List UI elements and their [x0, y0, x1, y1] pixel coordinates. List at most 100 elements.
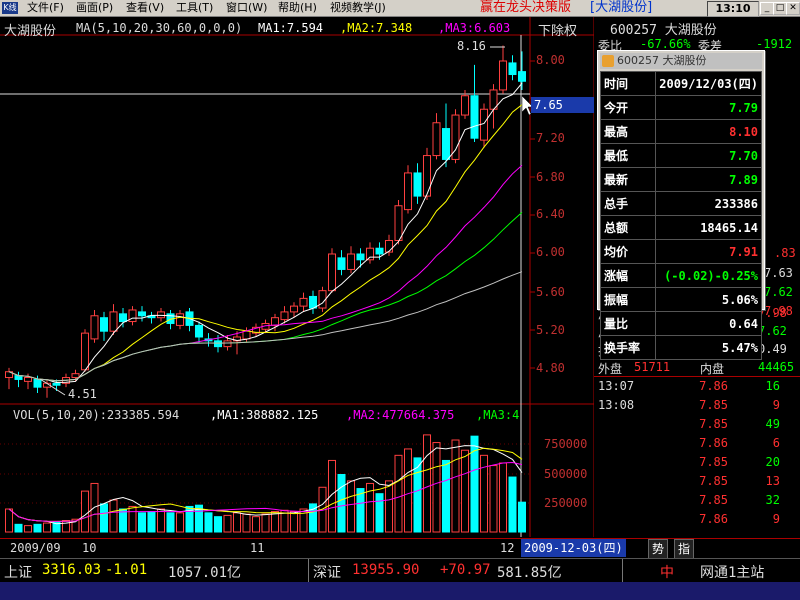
volume-bar	[223, 514, 232, 533]
candle-body	[385, 239, 393, 253]
popup-value: 5.06%	[655, 287, 762, 312]
popup-value: 8.10	[655, 119, 762, 144]
volume-bar	[489, 465, 498, 533]
brand-title: 赢在龙头决策版	[480, 0, 572, 15]
ma2-label: ,MA2:7.348	[340, 21, 413, 35]
candle-body	[442, 128, 450, 160]
popup-row: 时间 2009/12/03(四)	[599, 71, 762, 96]
volume-bar	[33, 523, 42, 533]
tick-volume: 32	[765, 493, 780, 507]
menu-help[interactable]: 帮助(H)	[278, 0, 317, 16]
popup-row: 最高 8.10	[599, 119, 762, 144]
popup-value: 2009/12/03(四)	[655, 71, 762, 96]
menu-file[interactable]: 文件(F)	[27, 0, 64, 16]
adjust-label[interactable]: 下除权	[538, 20, 577, 39]
kline-chart[interactable]: 大湖股份 MA(5,10,20,30,60,0,0,0) MA1:7.594 ,…	[0, 17, 596, 537]
candle-body	[508, 62, 517, 76]
stat-label: 外盘	[598, 362, 623, 376]
tab-trend[interactable]: 势	[648, 539, 669, 559]
popup-row: 今开 7.79	[599, 95, 762, 120]
candle-body	[356, 253, 365, 261]
date-label: 12	[500, 541, 515, 555]
candle-body	[81, 332, 89, 371]
volume-bar	[62, 520, 70, 533]
popup-row: 均价 7.91	[599, 239, 762, 264]
volume-bar	[138, 512, 146, 533]
menu-view-screen[interactable]: 画面(P)	[76, 0, 113, 16]
popup-key: 最高	[599, 119, 657, 144]
partial-price: 7.62	[764, 285, 793, 299]
volume-bar	[508, 476, 517, 533]
tick-price: 7.85	[699, 417, 728, 431]
restore-icon[interactable]: □	[773, 2, 787, 15]
tick-price: 7.85	[699, 455, 728, 469]
candle-body	[214, 340, 222, 348]
volume-bar	[252, 516, 260, 533]
volume-bar	[157, 508, 165, 533]
popup-table: 时间 2009/12/03(四) 今开 7.79 最高 8.10 最低 7.70 最新 7.89 总…	[599, 71, 762, 360]
volume-bar	[5, 508, 13, 533]
minimize-icon[interactable]: _	[760, 2, 774, 15]
network-label[interactable]: 网通1主站	[700, 562, 764, 582]
sh-amount: 1057.01亿	[168, 565, 242, 581]
vol-tick: 750000	[544, 437, 588, 451]
popup-key: 涨幅	[599, 263, 657, 288]
close-icon[interactable]: ✕	[786, 2, 800, 15]
vol-ma2-label: ,MA2:477664.375	[346, 408, 455, 422]
stock-name-label: 大湖股份	[4, 24, 57, 39]
sz-amount: 581.85亿	[497, 565, 562, 581]
volume-bar	[166, 512, 175, 533]
menu-video-tutorial[interactable]: 视频教学(J)	[330, 0, 386, 16]
price-tick: 8.00	[536, 53, 565, 67]
popup-key: 今开	[599, 95, 657, 120]
divider	[594, 376, 800, 377]
candle-body	[195, 324, 203, 338]
candle-body	[461, 95, 469, 116]
cursor-date-label: 2009-12-03(四)	[521, 539, 626, 557]
candle-body	[52, 382, 61, 386]
kline-svg[interactable]	[0, 17, 594, 537]
vol-tick: 250000	[544, 496, 588, 510]
bar-info-popup[interactable]: 600257 大湖股份 时间 2009/12/03(四) 今开 7.79 最高 8.10 最…	[597, 50, 765, 360]
volume-bar	[43, 522, 51, 533]
candle-body	[33, 378, 42, 388]
menu-look[interactable]: 查看(V)	[126, 0, 164, 16]
volume-bar	[337, 474, 346, 533]
price-tick: 5.60	[536, 285, 565, 299]
candle-body	[375, 247, 384, 255]
menu-tools[interactable]: 工具(T)	[176, 0, 213, 16]
popup-key: 量比	[599, 311, 657, 336]
tick-volume: 49	[765, 417, 780, 431]
tick-volume: 9	[772, 398, 780, 412]
candle-body	[366, 247, 374, 261]
volume-bar	[347, 480, 355, 533]
stat-value: 7.62	[758, 324, 787, 338]
candle-body	[413, 172, 422, 197]
candle-body	[328, 253, 336, 292]
menu-window[interactable]: 窗口(W)	[226, 0, 267, 16]
candle-body	[176, 313, 184, 326]
sh-label: 上证	[4, 565, 32, 581]
candle-body	[337, 257, 346, 270]
popup-value: 0.64	[655, 311, 762, 336]
volume-bar	[100, 503, 108, 533]
tick-volume: 16	[765, 379, 780, 393]
tick-volume: 9	[772, 512, 780, 526]
popup-value: 7.89	[655, 167, 762, 192]
index-status-bar: 上证 3316.03 -1.01 1057.01亿 深证 13955.90 +7…	[0, 558, 800, 583]
tick-price: 7.86	[699, 436, 728, 450]
tab-index[interactable]: 指	[674, 539, 695, 559]
candle-body	[90, 315, 99, 340]
volume-bar	[518, 501, 526, 533]
volume-bar	[128, 505, 137, 533]
weicha-value: -1912	[756, 37, 793, 51]
price-tick: 5.20	[536, 323, 565, 337]
popup-title-bar[interactable]: 600257 大湖股份	[600, 53, 762, 69]
volume-bar	[233, 512, 241, 533]
popup-row: 换手率 5.47%	[599, 335, 762, 360]
popup-title: 600257 大湖股份	[617, 54, 707, 67]
volume-bar	[404, 448, 412, 533]
volume-bar	[14, 523, 23, 533]
sh-change: -1.01	[105, 562, 148, 578]
candle-body	[223, 340, 232, 348]
